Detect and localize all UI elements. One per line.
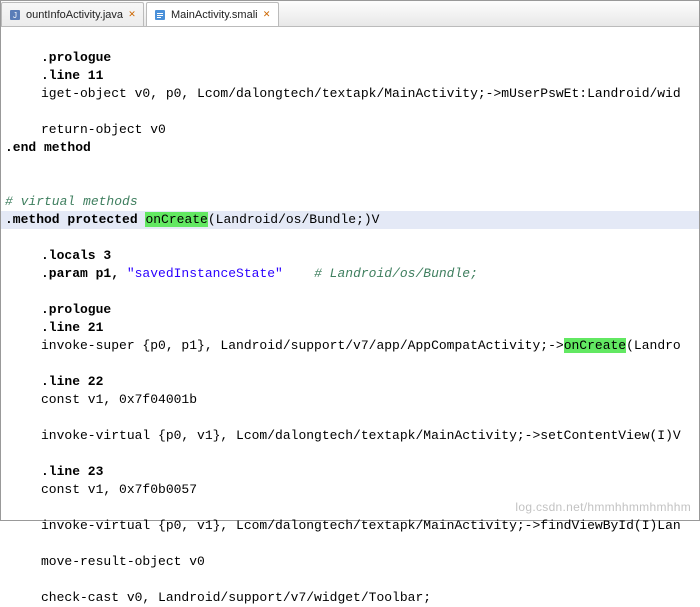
tab-ountinfoactivity[interactable]: J ountInfoActivity.java ✕ <box>1 2 144 26</box>
code-line-highlighted: .method protected onCreate(Landroid/os/B… <box>1 211 699 229</box>
code-line: invoke-super {p0, p1}, Landroid/support/… <box>1 338 681 353</box>
code-line: move-result-object v0 <box>1 554 205 569</box>
code-line-blank <box>1 572 5 587</box>
code-line: .line 22 <box>1 374 103 389</box>
code-line: .line 11 <box>1 68 103 83</box>
code-line-blank <box>1 446 5 461</box>
code-line-comment: # virtual methods <box>1 194 138 209</box>
code-line: iget-object v0, p0, Lcom/dalongtech/text… <box>1 86 681 101</box>
tab-label: ountInfoActivity.java <box>26 9 123 21</box>
code-line-blank <box>1 500 5 515</box>
code-line: invoke-virtual {p0, v1}, Lcom/dalongtech… <box>1 428 681 443</box>
code-line: .line 21 <box>1 320 103 335</box>
code-line: const v1, 0x7f04001b <box>1 392 197 407</box>
code-line: const v1, 0x7f0b0057 <box>1 482 197 497</box>
highlight-oncreate: onCreate <box>564 338 626 353</box>
tab-label: MainActivity.smali <box>171 9 258 21</box>
code-line: check-cast v0, Landroid/support/v7/widge… <box>1 590 431 605</box>
java-file-icon: J <box>8 8 22 22</box>
code-line: .line 23 <box>1 464 103 479</box>
highlight-oncreate: onCreate <box>145 212 207 227</box>
tab-bar: J ountInfoActivity.java ✕ MainActivity.s… <box>1 1 699 27</box>
code-line-blank <box>1 536 5 551</box>
code-line: .prologue <box>1 50 111 65</box>
code-line-blank <box>1 284 5 299</box>
code-line-blank <box>1 158 5 173</box>
smali-file-icon <box>153 8 167 22</box>
close-icon[interactable]: ✕ <box>127 10 137 20</box>
code-line: .prologue <box>1 302 111 317</box>
code-line-blank <box>1 410 5 425</box>
code-line: return-object v0 <box>1 122 166 137</box>
code-line: invoke-virtual {p0, v1}, Lcom/dalongtech… <box>1 518 681 533</box>
close-icon[interactable]: ✕ <box>262 10 272 20</box>
tab-mainactivity[interactable]: MainActivity.smali ✕ <box>146 2 279 26</box>
code-editor[interactable]: .prologue .line 11 iget-object v0, p0, L… <box>1 27 699 607</box>
svg-text:J: J <box>13 11 17 20</box>
code-line: .param p1, "savedInstanceState" # Landro… <box>1 266 478 281</box>
code-line-blank <box>1 356 5 371</box>
code-line-blank <box>1 176 5 191</box>
code-line-blank <box>1 104 5 119</box>
code-line: .end method <box>1 140 91 155</box>
code-line: .locals 3 <box>1 248 111 263</box>
